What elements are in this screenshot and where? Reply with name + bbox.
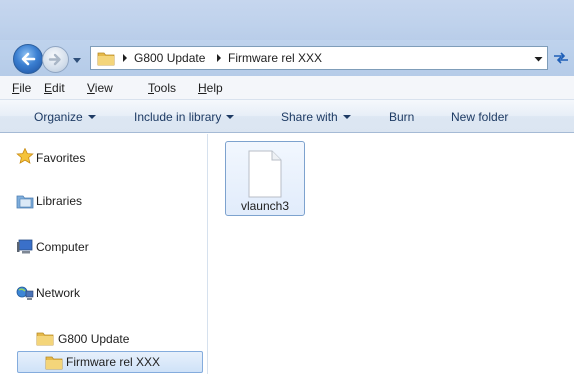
network-icon <box>16 286 34 300</box>
folder-icon <box>36 332 54 346</box>
nav-network[interactable]: Network <box>36 286 80 300</box>
menu-view[interactable]: View <box>87 81 113 95</box>
back-button[interactable] <box>13 44 43 74</box>
menu-edit-accesskey: E <box>44 81 53 95</box>
organize-button[interactable]: Organize <box>34 110 96 124</box>
address-history-dropdown-icon[interactable] <box>534 55 543 63</box>
breadcrumb-separator-icon[interactable] <box>215 53 223 63</box>
folder-icon <box>45 356 63 370</box>
organize-label: Organize <box>34 110 83 124</box>
breadcrumb-separator-icon[interactable] <box>121 53 129 63</box>
menu-edit-label: dit <box>52 81 65 95</box>
address-toolbar: G800 Update Firmware rel XXX <box>0 40 574 76</box>
chevron-down-icon <box>226 115 235 119</box>
nav-libraries[interactable]: Libraries <box>36 194 82 208</box>
breadcrumb-g800-update[interactable]: G800 Update <box>134 51 205 65</box>
back-arrow-icon <box>21 52 36 66</box>
recent-pages-dropdown-icon[interactable] <box>72 55 82 65</box>
address-field[interactable]: G800 Update Firmware rel XXX <box>90 46 548 70</box>
menu-help[interactable]: Help <box>198 81 223 95</box>
nav-folder-firmware-rel-selected[interactable]: Firmware rel XXX <box>17 351 203 373</box>
menu-view-label: iew <box>94 81 113 95</box>
menu-tools[interactable]: Tools <box>148 81 176 95</box>
menu-view-accesskey: V <box>87 81 95 95</box>
refresh-icon[interactable] <box>552 50 570 66</box>
share-with-label: Share with <box>281 110 338 124</box>
chevron-down-icon <box>87 115 96 119</box>
breadcrumb-firmware-rel[interactable]: Firmware rel XXX <box>228 51 322 65</box>
chevron-down-icon <box>342 115 351 119</box>
nav-favorites[interactable]: Favorites <box>36 151 85 165</box>
computer-icon <box>17 239 33 254</box>
libraries-icon <box>16 195 34 209</box>
favorites-star-icon <box>16 148 34 164</box>
menu-file[interactable]: File <box>12 81 31 95</box>
window-title-bar <box>0 0 574 40</box>
command-bar: Organize Include in library Share with B… <box>0 100 574 133</box>
burn-button[interactable]: Burn <box>389 110 414 124</box>
navigation-pane: Favorites Libraries Computer Network G80… <box>0 134 208 374</box>
menu-edit[interactable]: Edit <box>44 81 65 95</box>
share-with-button[interactable]: Share with <box>281 110 351 124</box>
menu-file-label: ile <box>19 81 32 95</box>
include-in-library-button[interactable]: Include in library <box>134 110 235 124</box>
include-in-library-label: Include in library <box>134 110 222 124</box>
nav-folder-firmware-rel-label: Firmware rel XXX <box>66 355 161 369</box>
folder-icon <box>97 52 115 66</box>
nav-computer[interactable]: Computer <box>36 240 89 254</box>
file-list[interactable]: vlaunch3 <box>209 134 574 374</box>
nav-folder-g800-update[interactable]: G800 Update <box>58 332 129 346</box>
file-item-vlaunch3[interactable]: vlaunch3 <box>225 141 305 216</box>
blank-file-icon <box>248 150 282 198</box>
forward-button[interactable] <box>42 46 69 73</box>
menu-help-label: elp <box>206 81 223 95</box>
file-name: vlaunch3 <box>240 199 290 213</box>
menu-help-accesskey: H <box>198 81 207 95</box>
menu-tools-label: ools <box>154 81 177 95</box>
forward-arrow-icon <box>48 53 61 66</box>
new-folder-button[interactable]: New folder <box>451 110 508 124</box>
menu-bar: File Edit View Tools Help <box>0 76 574 100</box>
